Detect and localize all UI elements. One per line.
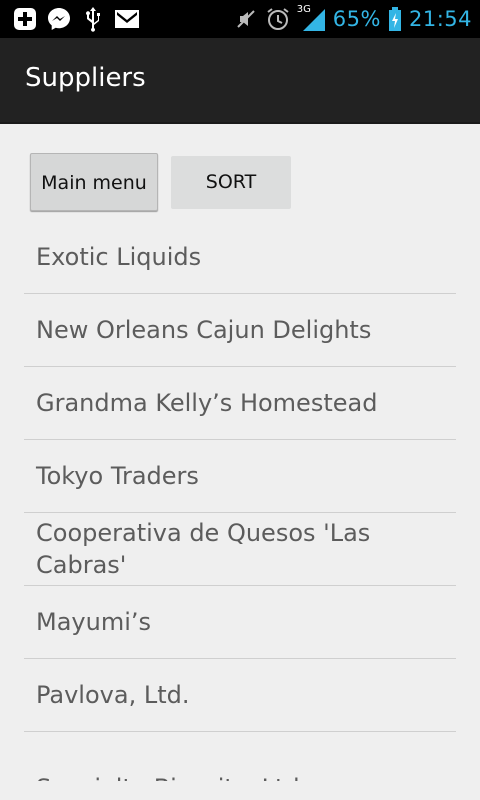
list-item[interactable]: Grandma Kelly’s Homestead xyxy=(24,367,456,440)
list-item[interactable]: Mayumi’s xyxy=(24,586,456,659)
list-item[interactable]: Pavlova, Ltd. xyxy=(24,659,456,732)
sort-button[interactable]: SORT xyxy=(171,156,291,209)
list-item[interactable]: Tokyo Traders xyxy=(24,440,456,513)
list-item[interactable]: Exotic Liquids xyxy=(24,221,456,294)
supplier-name: New Orleans Cajun Delights xyxy=(36,316,372,344)
supplier-name: Mayumi’s xyxy=(36,608,152,636)
supplier-list[interactable]: Exotic Liquids New Orleans Cajun Delight… xyxy=(24,221,456,781)
battery-icon xyxy=(387,6,403,32)
plus-icon xyxy=(12,6,38,32)
list-item[interactable]: New Orleans Cajun Delights xyxy=(24,294,456,367)
network-type-label: 3G xyxy=(296,4,311,15)
system-icons: 3G 65% 21:54 xyxy=(233,4,472,34)
supplier-name: Specialty Biscuits, Ltd. xyxy=(24,772,317,781)
battery-percent: 65% xyxy=(332,7,381,31)
main-menu-button[interactable]: Main menu xyxy=(30,153,158,211)
supplier-name: Exotic Liquids xyxy=(36,243,202,271)
alarm-icon xyxy=(265,6,291,32)
supplier-name: Tokyo Traders xyxy=(36,462,199,490)
supplier-name: Cooperativa de Quesos 'Las Cabras' xyxy=(36,519,371,579)
action-bar: Suppliers xyxy=(0,38,480,124)
list-item[interactable]: Cooperativa de Quesos 'Las Cabras' xyxy=(24,513,456,586)
clock: 21:54 xyxy=(408,7,472,31)
gmail-icon xyxy=(114,6,140,32)
status-bar: 3G 65% 21:54 xyxy=(0,0,480,38)
list-item[interactable]: Specialty Biscuits, Ltd. xyxy=(24,732,456,781)
supplier-name: Grandma Kelly’s Homestead xyxy=(36,389,378,417)
mute-icon xyxy=(233,6,259,32)
notification-icons xyxy=(12,6,140,32)
supplier-name: Pavlova, Ltd. xyxy=(36,681,190,709)
page-title: Suppliers xyxy=(25,63,146,93)
usb-icon xyxy=(80,6,106,32)
signal-icon: 3G xyxy=(296,4,327,32)
messenger-icon xyxy=(46,6,72,32)
